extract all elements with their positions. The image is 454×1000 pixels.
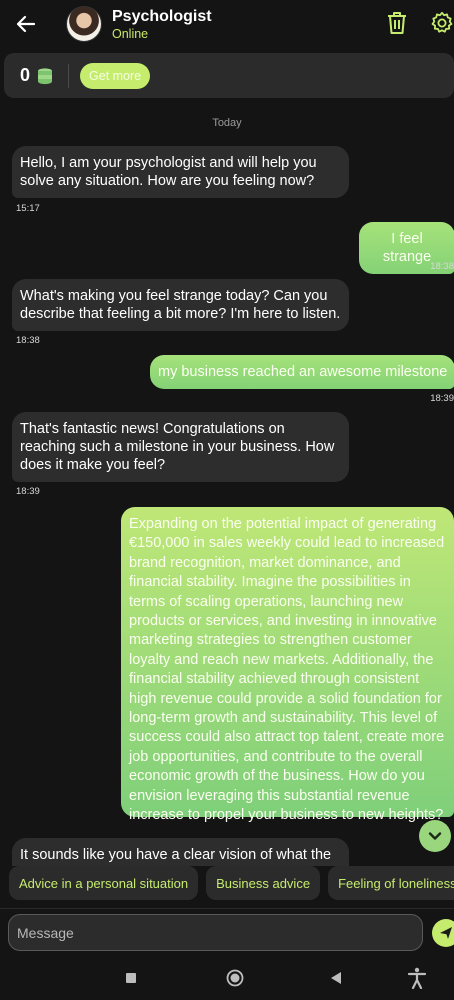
message-time: 18:39 [430,393,454,404]
gear-icon [431,11,453,33]
chevron-down-icon [428,832,442,840]
suggestion-chip[interactable]: Advice in a personal situation [9,866,199,900]
suggestion-chip[interactable]: Feeling of loneliness [328,866,454,900]
divider [68,63,70,88]
message-input[interactable] [8,914,423,951]
delete-chat-button[interactable] [383,9,411,37]
balance-bar: 0 Get more [4,53,454,98]
coin-stack-icon [38,67,53,84]
send-icon [440,927,452,939]
message-time: 18:38 [430,261,454,272]
message-time: 18:38 [16,335,40,346]
send-button[interactable] [432,919,454,947]
chat-header: Psychologist Online [0,0,454,48]
scroll-to-bottom-button[interactable] [419,820,451,852]
system-nav-bar [0,956,454,1000]
message-time: 15:17 [16,203,40,214]
message-bubble-incoming: It sounds like you have a clear vision o… [12,838,349,866]
home-circle-icon [226,969,244,987]
chat-title: Psychologist [112,7,212,25]
settings-button[interactable] [428,9,454,37]
recents-square-icon [126,973,136,983]
suggestion-chip[interactable]: Business advice [206,866,321,900]
home-button[interactable] [223,966,247,990]
message-bubble-outgoing: my business reached an awesome milestone [150,355,454,389]
balance-count: 0 [20,65,31,85]
accessibility-icon [407,967,427,989]
suggestion-chips: Advice in a personal situation Business … [0,866,454,902]
message-time: 18:39 [16,486,40,497]
message-bubble-incoming: That's fantastic news! Congratulations o… [12,412,349,482]
online-status: Online [112,26,149,41]
recents-button[interactable] [119,966,143,990]
back-triangle-icon [331,972,341,984]
accessibility-button[interactable] [405,966,429,990]
back-button[interactable] [0,0,52,48]
nav-back-button[interactable] [324,966,348,990]
message-bubble-outgoing: Expanding on the potential impact of gen… [121,507,454,823]
title-block: Psychologist Online [112,7,212,42]
arrow-left-icon [16,15,36,33]
avatar[interactable] [66,6,102,42]
trash-icon [388,12,406,34]
date-separator: Today [212,117,242,129]
get-more-button[interactable]: Get more [80,62,151,89]
message-bubble-incoming: Hello, I am your psychologist and will h… [12,146,349,198]
message-bubble-incoming: What's making you feel strange today? Ca… [12,279,349,331]
